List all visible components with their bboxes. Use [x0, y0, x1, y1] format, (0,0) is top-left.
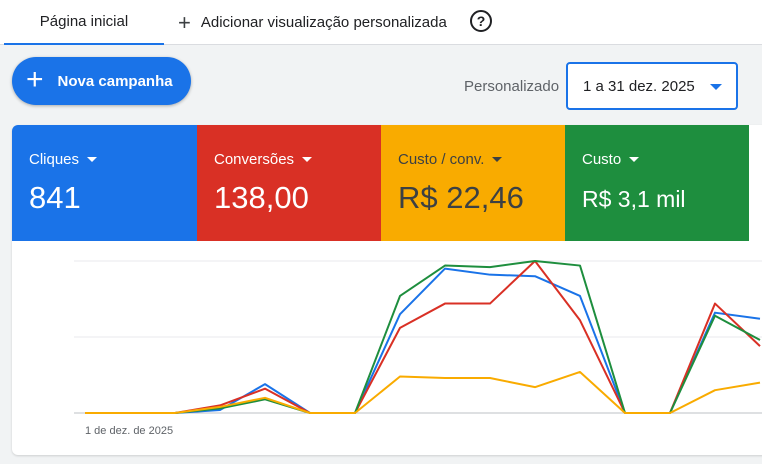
metric-value: 138,00	[214, 180, 309, 215]
metric-cost[interactable]: Custo R$ 3,1 mil	[565, 125, 749, 241]
plus-icon: +	[178, 9, 191, 35]
metric-value: R$ 22,46	[398, 180, 524, 215]
period-label: Personalizado	[464, 78, 560, 95]
tab-add-custom-view[interactable]: + Adicionar visualização personalizada	[178, 0, 447, 45]
new-campaign-button[interactable]: + Nova campanha	[12, 57, 191, 105]
caret-down-icon	[629, 157, 640, 162]
metric-label: Cliques	[29, 151, 80, 168]
series-line-0	[85, 267, 761, 414]
metric-label: Conversões	[214, 151, 295, 168]
metric-label: Custo / conv.	[398, 151, 485, 168]
tab-home-label: Página inicial	[39, 13, 129, 30]
metric-cost-per-conversion[interactable]: Custo / conv. R$ 22,46	[381, 125, 565, 241]
date-range-select[interactable]: 1 a 31 dez. 2025	[566, 62, 738, 110]
metric-value: R$ 3,1 mil	[582, 186, 686, 212]
metric-label: Custo	[582, 151, 622, 168]
metric-conversions[interactable]: Conversões 138,00	[197, 125, 381, 241]
help-icon[interactable]: ?	[470, 10, 492, 32]
date-range-value: 1 a 31 dez. 2025	[583, 77, 695, 95]
series-line-3	[85, 370, 761, 414]
metric-clicks[interactable]: Cliques 841	[12, 125, 197, 241]
caret-down-icon	[492, 157, 503, 162]
tab-add-custom-label: Adicionar visualização personalizada	[200, 14, 447, 31]
new-campaign-label: Nova campanha	[57, 72, 173, 90]
tab-bar: Página inicial + Adicionar visualização …	[0, 0, 762, 45]
metric-value: 841	[29, 180, 81, 215]
performance-card: Cliques 841 Conversões 138,00 Custo / co…	[12, 125, 762, 455]
x-axis-first-label: 1 de dez. de 2025	[85, 425, 173, 437]
caret-down-icon	[302, 157, 313, 162]
tab-home[interactable]: Página inicial	[4, 0, 164, 45]
chevron-down-icon	[710, 84, 722, 90]
plus-icon: +	[26, 62, 44, 96]
performance-line-chart: 1 de dez. de 2025	[74, 260, 762, 437]
caret-down-icon	[87, 157, 98, 162]
